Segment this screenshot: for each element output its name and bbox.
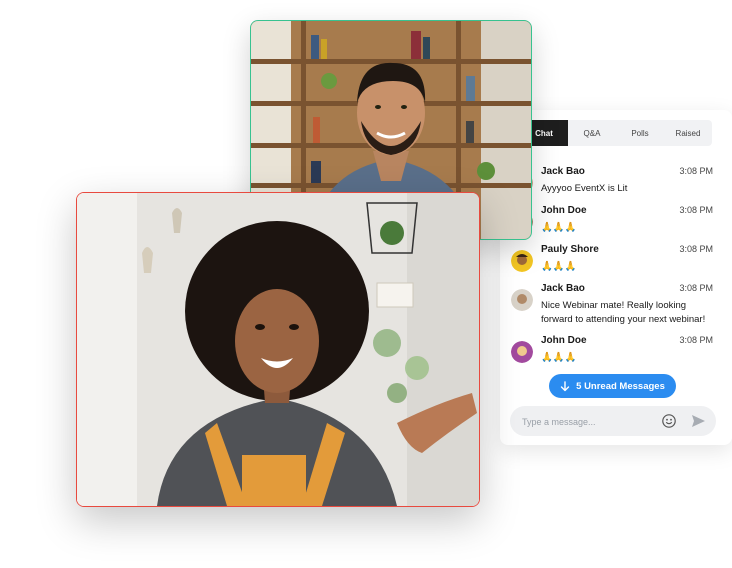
video-tile-attendee (76, 192, 480, 507)
chat-tabs: Chat Q&A Polls Raised (520, 120, 712, 146)
avatar (511, 341, 533, 363)
message-time: 3:08 PM (679, 166, 713, 176)
message-time: 3:08 PM (679, 283, 713, 293)
message-text: 🙏🙏🙏 (541, 352, 577, 363)
message-text: 🙏🙏🙏 (541, 261, 577, 272)
chat-message: Jack Bao 3:08 PM Nice Webinar mate! Real… (500, 277, 732, 325)
avatar (511, 289, 533, 311)
chat-message: John Doe 3:08 PM 🙏🙏🙏 (500, 329, 732, 369)
tab-polls[interactable]: Polls (616, 120, 664, 146)
message-author: Jack Bao (541, 166, 585, 177)
message-text: Ayyyoo EventX is Lit (541, 183, 628, 194)
message-time: 3:08 PM (679, 244, 713, 254)
message-text: Nice Webinar mate! Really looking forwar… (541, 300, 706, 325)
message-time: 3:08 PM (679, 205, 713, 215)
arrow-down-icon (560, 380, 570, 392)
message-input-bar (510, 406, 716, 436)
chat-message: John Doe 3:08 PM 🙏🙏🙏 (500, 199, 732, 239)
avatar (511, 250, 533, 272)
unread-messages-label: 5 Unread Messages (576, 380, 665, 392)
unread-messages-button[interactable]: 5 Unread Messages (549, 374, 676, 398)
smiley-icon[interactable] (662, 414, 676, 428)
chat-message: Jack Bao 3:08 PM Ayyyoo EventX is Lit (500, 160, 732, 200)
chat-message: Pauly Shore 3:08 PM 🙏🙏🙏 (500, 238, 732, 278)
message-author: John Doe (541, 205, 587, 216)
send-icon[interactable] (691, 414, 706, 428)
message-time: 3:08 PM (679, 335, 713, 345)
tab-raised[interactable]: Raised (664, 120, 712, 146)
message-author: Jack Bao (541, 283, 585, 294)
tab-qa[interactable]: Q&A (568, 120, 616, 146)
chat-panel: Chat Q&A Polls Raised Jack Bao 3:08 PM A… (500, 110, 732, 445)
attendee-video-image (77, 193, 479, 506)
message-author: John Doe (541, 335, 587, 346)
message-text: 🙏🙏🙏 (541, 222, 577, 233)
message-author: Pauly Shore (541, 244, 599, 255)
message-input[interactable] (520, 413, 664, 431)
